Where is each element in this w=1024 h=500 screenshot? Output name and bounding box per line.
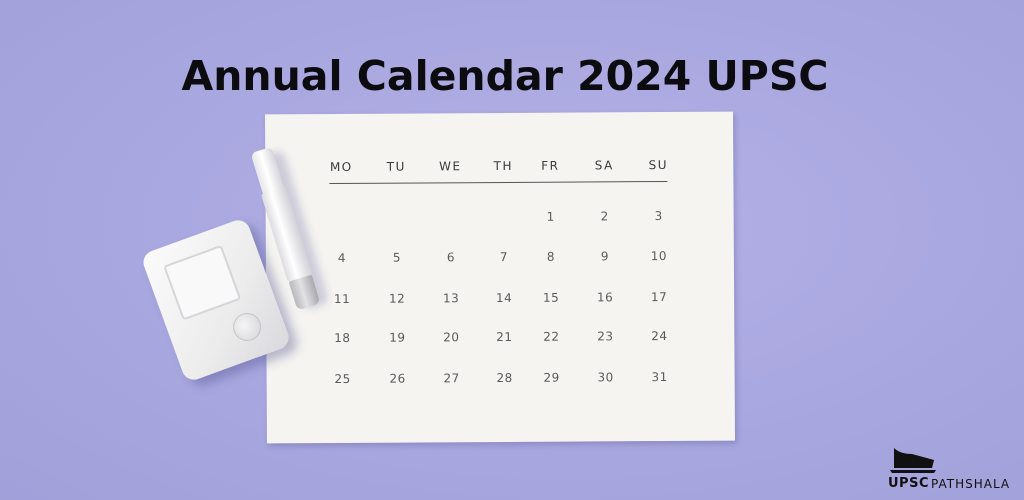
calendar-day: 24 (651, 328, 668, 344)
calendar-day: 25 (334, 371, 351, 387)
weekday-fr: FR (541, 158, 560, 173)
calendar-day: 31 (651, 369, 668, 385)
weekday-header: MO TU WE TH FR SA SU (329, 158, 669, 176)
calendar-day: 3 (654, 209, 663, 224)
weekday-tu: TU (386, 159, 406, 174)
calendar-day: 12 (388, 291, 406, 306)
weekday-th: TH (493, 158, 514, 174)
calendar-day: 16 (596, 290, 614, 305)
calendar-day: 26 (389, 371, 406, 386)
calendar-day: 7 (499, 249, 508, 265)
calendar-sheet: MO TU WE TH FR SA SU 1 2 3 4 5 6 7 8 9 10 11 12 13 14 15 16 17… (264, 111, 736, 444)
calendar-day: 1 (546, 209, 555, 224)
graduation-cap-icon (890, 448, 936, 473)
meter-button (229, 309, 266, 345)
calendar-day: 9 (600, 249, 609, 264)
calendar-day: 15 (542, 290, 560, 305)
page-title: Annual Calendar 2024 UPSC (181, 52, 829, 100)
calendar-day: 28 (496, 370, 513, 386)
calendar-day: 8 (546, 249, 555, 264)
weekday-we: WE (439, 159, 462, 174)
calendar-day: 17 (650, 289, 668, 305)
weekday-mo: MO (329, 159, 353, 175)
calendar-day: 11 (333, 291, 351, 307)
logo-upsc-text: UPSC (888, 476, 929, 491)
calendar-day: 30 (597, 370, 614, 385)
upsc-pathshala-logo: UPSC PATHSHALA (886, 444, 1022, 496)
calendar-day: 14 (495, 290, 513, 306)
calendar-day: 6 (446, 250, 455, 265)
calendar-day: 13 (442, 291, 460, 306)
weekday-sa: SA (594, 158, 614, 173)
calendar-day: 4 (337, 250, 346, 265)
calendar-day: 22 (543, 329, 560, 344)
calendar-day: 5 (392, 250, 401, 265)
calendar-day: 19 (389, 330, 406, 345)
calendar-day: 18 (334, 330, 351, 346)
logo-pathshala-text: PATHSHALA (931, 477, 1011, 491)
calendar-day: 2 (600, 209, 609, 224)
calendar-day: 29 (543, 370, 560, 385)
meter-screen (163, 244, 242, 321)
calendar-day: 27 (443, 371, 460, 386)
calendar-day: 23 (597, 329, 614, 344)
calendar-day: 10 (650, 248, 668, 264)
header-divider (329, 180, 668, 185)
calendar-day: 21 (496, 329, 513, 345)
calendar-day: 20 (443, 330, 460, 345)
weekday-su: SU (648, 157, 669, 173)
